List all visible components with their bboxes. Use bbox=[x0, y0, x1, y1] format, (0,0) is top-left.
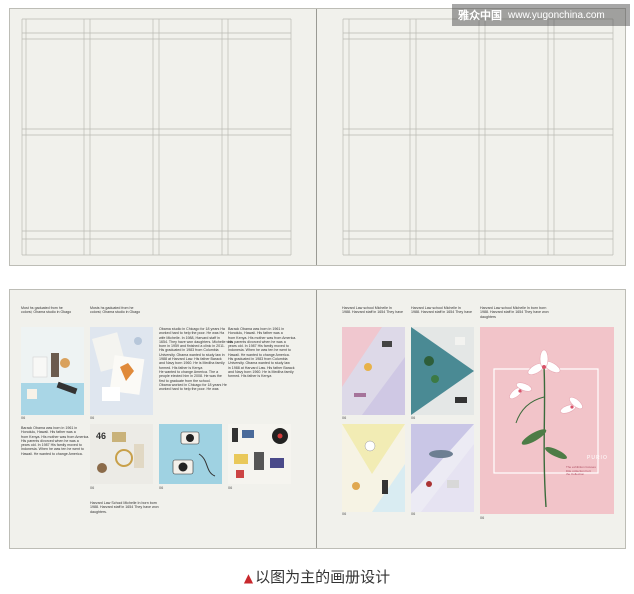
page-number: 06 bbox=[90, 416, 95, 420]
poster-subtitle: The exhibition focuses little collection… bbox=[566, 465, 596, 477]
text-block-1: Most hs gaduated from he colorsi; Ohama … bbox=[21, 306, 72, 315]
caption-marker-icon: ▲ bbox=[243, 571, 254, 585]
book-spine bbox=[316, 290, 317, 548]
book-spine bbox=[316, 9, 317, 265]
page-number: 06 bbox=[159, 486, 164, 490]
brochure-spread: Most hs gaduated from he colorsi; Ohama … bbox=[9, 289, 626, 549]
text-block-4: Barack Obama was born in 1961 in Honolul… bbox=[228, 327, 297, 379]
page-number: 06 bbox=[228, 486, 233, 490]
watermark-logo: 雅众中国 bbox=[458, 10, 502, 22]
layout-grid-lines bbox=[21, 18, 614, 256]
page-number: 06 bbox=[21, 416, 26, 420]
page-number: 06 bbox=[411, 416, 416, 420]
text-block-2: Mosts hs gaduated from he colorsi; Ohama… bbox=[90, 306, 141, 315]
poster-title: PURIO bbox=[587, 455, 608, 461]
grid-layout-spread bbox=[9, 8, 626, 266]
page-number: 06 bbox=[411, 512, 416, 516]
caption-text: 以图为主的画册设计 bbox=[255, 568, 391, 586]
text-block-5: Barack Obama was born in 1961 in Honolul… bbox=[21, 426, 90, 456]
text-block-6: Harvard Law School Michelle In born born… bbox=[90, 501, 159, 514]
watermark-url: www.yugonchina.com bbox=[508, 9, 605, 21]
page-number: 06 bbox=[90, 486, 95, 490]
photo-vintage-objects: 46 bbox=[90, 424, 153, 484]
photo-stationery-cards bbox=[90, 327, 153, 415]
page-number: 06 bbox=[342, 416, 347, 420]
photo-knolling-items bbox=[228, 424, 291, 484]
text-block-3: Obama studio in Chicago for 18 years Ha … bbox=[159, 327, 233, 392]
page-number: 06 bbox=[480, 516, 485, 520]
text-block-8: Harvard Law school Michelle In 1988. Har… bbox=[411, 306, 473, 315]
photo-number-label: 46 bbox=[96, 431, 106, 441]
watermark-banner: 雅众中国 www.yugonchina.com bbox=[452, 4, 630, 26]
photo-desk-still-life bbox=[21, 327, 84, 415]
page-number: 06 bbox=[342, 512, 347, 516]
photo-geometric-pink bbox=[342, 327, 405, 415]
photo-lily-poster bbox=[480, 327, 614, 514]
figure-caption: ▲ 以图为主的画册设计 bbox=[0, 566, 634, 587]
text-block-9: Harvard Law school Michelle In born born… bbox=[480, 306, 549, 319]
photo-geometric-yellow bbox=[342, 424, 405, 512]
text-block-7: Harvard Law school Michelle In 1988. Har… bbox=[342, 306, 404, 315]
photo-geometric-lavender bbox=[411, 424, 474, 512]
photo-geometric-teal bbox=[411, 327, 474, 415]
photo-cameras bbox=[159, 424, 222, 484]
